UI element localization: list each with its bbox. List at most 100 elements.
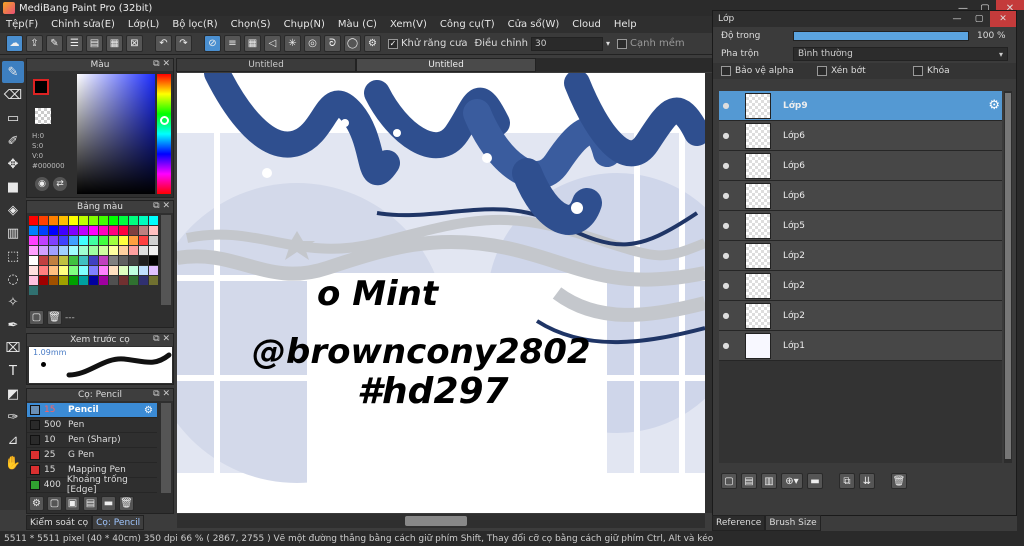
menu-list-icon[interactable]: ☰ — [66, 35, 83, 52]
menu-edit[interactable]: Chỉnh sửa(E) — [51, 19, 115, 30]
protect-alpha-checkbox[interactable] — [721, 66, 731, 76]
antialias-toggle[interactable]: ✓ Khử răng cưa — [388, 38, 467, 49]
maximize-icon[interactable]: ▢ — [968, 11, 990, 27]
palette-swatch[interactable] — [109, 226, 118, 235]
palette-swatch[interactable] — [79, 246, 88, 255]
palette-swatch[interactable] — [79, 266, 88, 275]
menu-tools[interactable]: Công cụ(T) — [440, 19, 495, 30]
palette-swatch[interactable] — [89, 216, 98, 225]
palette-swatch[interactable] — [49, 266, 58, 275]
palette-swatch[interactable] — [149, 226, 158, 235]
palette-swatch[interactable] — [99, 246, 108, 255]
palette-swatch[interactable] — [79, 216, 88, 225]
saturation-value-picker[interactable] — [77, 74, 155, 194]
gear-icon[interactable]: ⚙ — [144, 405, 153, 416]
grid-list-icon[interactable]: ▤ — [86, 35, 103, 52]
menu-view[interactable]: Xem(V) — [390, 19, 427, 30]
palette-swatch[interactable] — [139, 266, 148, 275]
palette-swatch[interactable] — [89, 226, 98, 235]
eraser-tool-icon[interactable]: ⌫ — [2, 84, 24, 106]
menu-file[interactable]: Tệp(F) — [6, 19, 38, 30]
palette-swatch[interactable] — [109, 246, 118, 255]
select-pen-icon[interactable]: ✒ — [2, 314, 24, 336]
layer-row[interactable]: ● Lớp6 — [719, 121, 1002, 151]
layer-row[interactable]: ● Lớp5 — [719, 211, 1002, 241]
add-layer-dropdown-icon[interactable]: ⊕▾ — [781, 473, 803, 489]
brush-settings-icon[interactable]: ⚙ — [29, 496, 44, 511]
dot-tool-icon[interactable]: ✐ — [2, 130, 24, 152]
palette-swatch[interactable] — [149, 266, 158, 275]
eyedropper-alt-icon[interactable]: ⊿ — [2, 429, 24, 451]
palette-swatch[interactable] — [129, 246, 138, 255]
merge-layer-icon[interactable]: ⇊ — [859, 473, 875, 489]
snap-off-icon[interactable]: ⊘ — [204, 35, 221, 52]
palette-scrollbar[interactable] — [161, 215, 171, 305]
palette-swatch[interactable] — [49, 236, 58, 245]
menu-window[interactable]: Cửa sổ(W) — [508, 19, 560, 30]
palette-swatch[interactable] — [119, 256, 128, 265]
palette-swatch[interactable] — [119, 276, 128, 285]
menu-help[interactable]: Help — [614, 19, 637, 30]
visibility-icon[interactable]: ● — [719, 281, 733, 290]
radial-snap-icon[interactable]: ✳ — [284, 35, 301, 52]
menu-color[interactable]: Màu (C) — [338, 19, 377, 30]
palette-swatch[interactable] — [119, 216, 128, 225]
opacity-slider[interactable] — [793, 31, 969, 41]
new-layer-icon[interactable]: ▢ — [721, 473, 737, 489]
delete-layer-icon[interactable]: 🗑 — [891, 473, 907, 489]
palette-swatch[interactable] — [99, 216, 108, 225]
palette-swatch[interactable] — [49, 226, 58, 235]
close-icon[interactable]: ✕ — [990, 11, 1016, 27]
brush-tool-icon[interactable]: ✎ — [2, 61, 24, 83]
brush-scrollbar[interactable] — [161, 403, 171, 493]
palette-swatch[interactable] — [59, 256, 68, 265]
visibility-icon[interactable]: ● — [719, 341, 733, 350]
swap-color-icon[interactable]: ⇄ — [53, 177, 67, 191]
tab-brush-pencil[interactable]: Cọ: Pencil — [92, 515, 145, 530]
horizontal-scroll-thumb[interactable] — [405, 516, 467, 526]
palette-swatch[interactable] — [39, 266, 48, 275]
layer-row[interactable]: ● Lớp9 ⚙ — [719, 91, 1002, 121]
menu-select[interactable]: Chọn(S) — [231, 19, 271, 30]
add-brush-icon[interactable]: ▣ — [65, 496, 80, 511]
panel-close-icon[interactable]: ⧉ ✕ — [153, 201, 170, 211]
brush-item[interactable]: 15 Pencil ⚙ — [27, 403, 157, 418]
antialias-checkbox[interactable]: ✓ — [388, 38, 398, 49]
palette-swatch[interactable] — [139, 226, 148, 235]
palette-swatch[interactable] — [99, 236, 108, 245]
bucket-tool-icon[interactable]: ◈ — [2, 199, 24, 221]
hand-tool-icon[interactable]: ✋ — [2, 452, 24, 474]
palette-swatch[interactable] — [149, 216, 158, 225]
palette-swatch[interactable] — [109, 216, 118, 225]
palette-swatch[interactable] — [49, 256, 58, 265]
palette-swatch[interactable] — [129, 266, 138, 275]
tab-brush-control[interactable]: Kiểm soát cọ — [26, 515, 93, 530]
palette-swatch[interactable] — [79, 236, 88, 245]
new-halftone-layer-icon[interactable]: ▤ — [741, 473, 757, 489]
new-brush-icon[interactable]: ▢ — [47, 496, 62, 511]
palette-swatch[interactable] — [29, 276, 38, 285]
palette-swatch[interactable] — [99, 266, 108, 275]
layer-row[interactable]: ● Lớp6 — [719, 181, 1002, 211]
palette-swatch[interactable] — [39, 246, 48, 255]
palette-swatch[interactable] — [139, 276, 148, 285]
palette-swatch[interactable] — [129, 226, 138, 235]
undo-icon[interactable]: ↶ — [155, 35, 172, 52]
palette-swatch[interactable] — [139, 246, 148, 255]
palette-swatch[interactable] — [49, 216, 58, 225]
circle-snap-icon[interactable]: ◎ — [304, 35, 321, 52]
rectangle-tool-icon[interactable]: ▭ — [2, 107, 24, 129]
snap-settings-icon[interactable]: ⚙ — [364, 35, 381, 52]
brush-item[interactable]: 10 Pen (Sharp) — [27, 433, 157, 448]
magic-wand-icon[interactable]: ✧ — [2, 291, 24, 313]
visibility-icon[interactable]: ● — [719, 251, 733, 260]
palette-swatch[interactable] — [119, 246, 128, 255]
palette-swatch[interactable] — [29, 216, 38, 225]
hue-slider-handle[interactable] — [160, 116, 169, 125]
palette-swatch[interactable] — [149, 236, 158, 245]
palette-swatch[interactable] — [69, 256, 78, 265]
layer-row[interactable]: ● Lớp2 — [719, 301, 1002, 331]
shape-fill-icon[interactable]: ■ — [2, 176, 24, 198]
palette-swatch[interactable] — [89, 256, 98, 265]
palette-swatch[interactable] — [129, 216, 138, 225]
